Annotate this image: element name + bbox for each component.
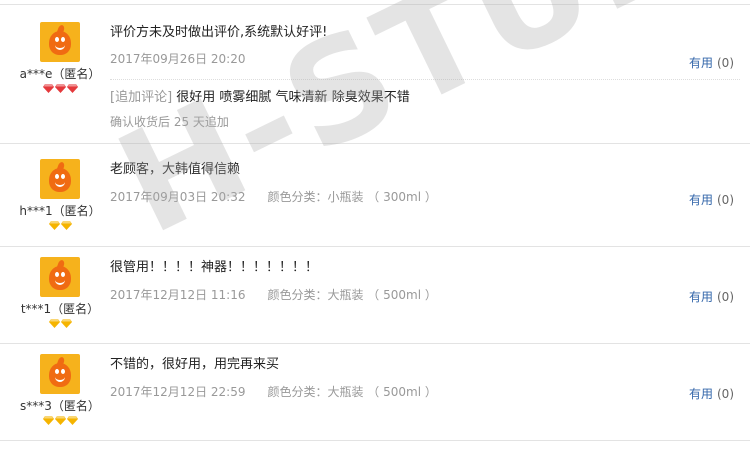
gold-diamond-icon <box>66 416 78 425</box>
append-review-tag: [追加评论] <box>110 90 173 105</box>
gold-diamond-icon <box>60 319 72 328</box>
reviewer-name: t***1（匿名） <box>20 302 100 316</box>
review-content: 很管用！！！！神器！！！！！！！ 2017年12月12日 11:16 颜色分类：大… <box>110 259 630 303</box>
review-sku: 颜色分类：大瓶装 （ 500ml ） <box>267 385 437 399</box>
reviewer-name: h***1（匿名） <box>19 204 101 218</box>
useful-label: 有用 <box>688 193 713 207</box>
review-text: 老顾客，大韩值得信赖 <box>110 162 241 177</box>
divider <box>110 79 740 80</box>
review-text: 很管用！！！！神器！！！！！！！ <box>110 260 319 275</box>
gold-diamond-icon <box>48 221 60 230</box>
review-item: t***1（匿名） 很管用！！！！神器！！！！！！！ 2017年12月12日 1… <box>0 247 750 344</box>
reviewer-level-badges <box>0 319 120 331</box>
reviewer-name: s***3（匿名） <box>20 399 100 413</box>
review-content: 评价方未及时做出评价,系统默认好评! 2017年09月26日 20:20 <box>110 24 630 67</box>
review-sku: 颜色分类：大瓶装 （ 500ml ） <box>267 288 437 302</box>
reviewer: a***e（匿名） <box>0 22 120 96</box>
avatar[interactable] <box>40 257 80 297</box>
review-meta: 2017年12月12日 22:59 颜色分类：大瓶装 （ 500ml ） <box>110 384 630 400</box>
reviewer-level-badges <box>0 221 120 233</box>
useful-label: 有用 <box>688 387 713 401</box>
reviewer: h***1（匿名） <box>0 159 120 233</box>
review-list: a***e（匿名） 评价方未及时做出评价,系统默认好评! 2017年09月26日… <box>0 0 750 449</box>
red-diamond-icon <box>66 84 78 93</box>
useful-label: 有用 <box>688 56 713 70</box>
useful-button[interactable]: 有用 (0) <box>689 54 734 71</box>
review-item: s***3（匿名） 不错的，很好用，用完再来买 2017年12月12日 22:5… <box>0 344 750 441</box>
useful-count: (0) <box>717 290 734 304</box>
review-item: a***e（匿名） 评价方未及时做出评价,系统默认好评! 2017年09月26日… <box>0 5 750 144</box>
review-date: 2017年09月03日 20:32 <box>110 190 246 204</box>
review-date: 2017年09月26日 20:20 <box>110 52 246 66</box>
review-date: 2017年12月12日 11:16 <box>110 288 246 302</box>
useful-count: (0) <box>717 387 734 401</box>
reviewer: s***3（匿名） <box>0 354 120 428</box>
avatar[interactable] <box>40 354 80 394</box>
append-review-note: 确认收货后 25 天追加 <box>110 115 229 129</box>
review-meta: 2017年09月26日 20:20 <box>110 51 630 67</box>
gold-diamond-icon <box>60 221 72 230</box>
useful-count: (0) <box>717 56 734 70</box>
review-text: 不错的，很好用，用完再来买 <box>110 357 280 372</box>
append-review: [追加评论] 很好用 喷雾细腻 气味清新 除臭效果不错 确认收货后 25 天追加 <box>110 89 630 130</box>
review-content: 老顾客，大韩值得信赖 2017年09月03日 20:32 颜色分类：小瓶装 （ 3… <box>110 161 630 205</box>
avatar[interactable] <box>40 22 80 62</box>
gold-diamond-icon <box>42 416 54 425</box>
useful-label: 有用 <box>688 290 713 304</box>
gold-diamond-icon <box>54 416 66 425</box>
review-meta: 2017年12月12日 11:16 颜色分类：大瓶装 （ 500ml ） <box>110 287 630 303</box>
review-date: 2017年12月12日 22:59 <box>110 385 246 399</box>
review-meta: 2017年09月03日 20:32 颜色分类：小瓶装 （ 300ml ） <box>110 189 630 205</box>
gold-diamond-icon <box>48 319 60 328</box>
reviewer-name: a***e（匿名） <box>19 67 101 81</box>
red-diamond-icon <box>54 84 66 93</box>
append-review-text: 很好用 喷雾细腻 气味清新 除臭效果不错 <box>176 90 410 105</box>
reviewer-level-badges <box>0 84 120 96</box>
avatar[interactable] <box>40 159 80 199</box>
review-sku: 颜色分类：小瓶装 （ 300ml ） <box>267 190 437 204</box>
red-diamond-icon <box>42 84 54 93</box>
useful-button[interactable]: 有用 (0) <box>689 385 734 402</box>
useful-button[interactable]: 有用 (0) <box>689 288 734 305</box>
reviewer: t***1（匿名） <box>0 257 120 331</box>
useful-count: (0) <box>717 193 734 207</box>
useful-button[interactable]: 有用 (0) <box>689 191 734 208</box>
review-item: h***1（匿名） 老顾客，大韩值得信赖 2017年09月03日 20:32 颜色… <box>0 144 750 247</box>
reviewer-level-badges <box>0 416 120 428</box>
review-content: 不错的，很好用，用完再来买 2017年12月12日 22:59 颜色分类：大瓶装 … <box>110 356 630 400</box>
review-text: 评价方未及时做出评价,系统默认好评! <box>110 25 328 40</box>
